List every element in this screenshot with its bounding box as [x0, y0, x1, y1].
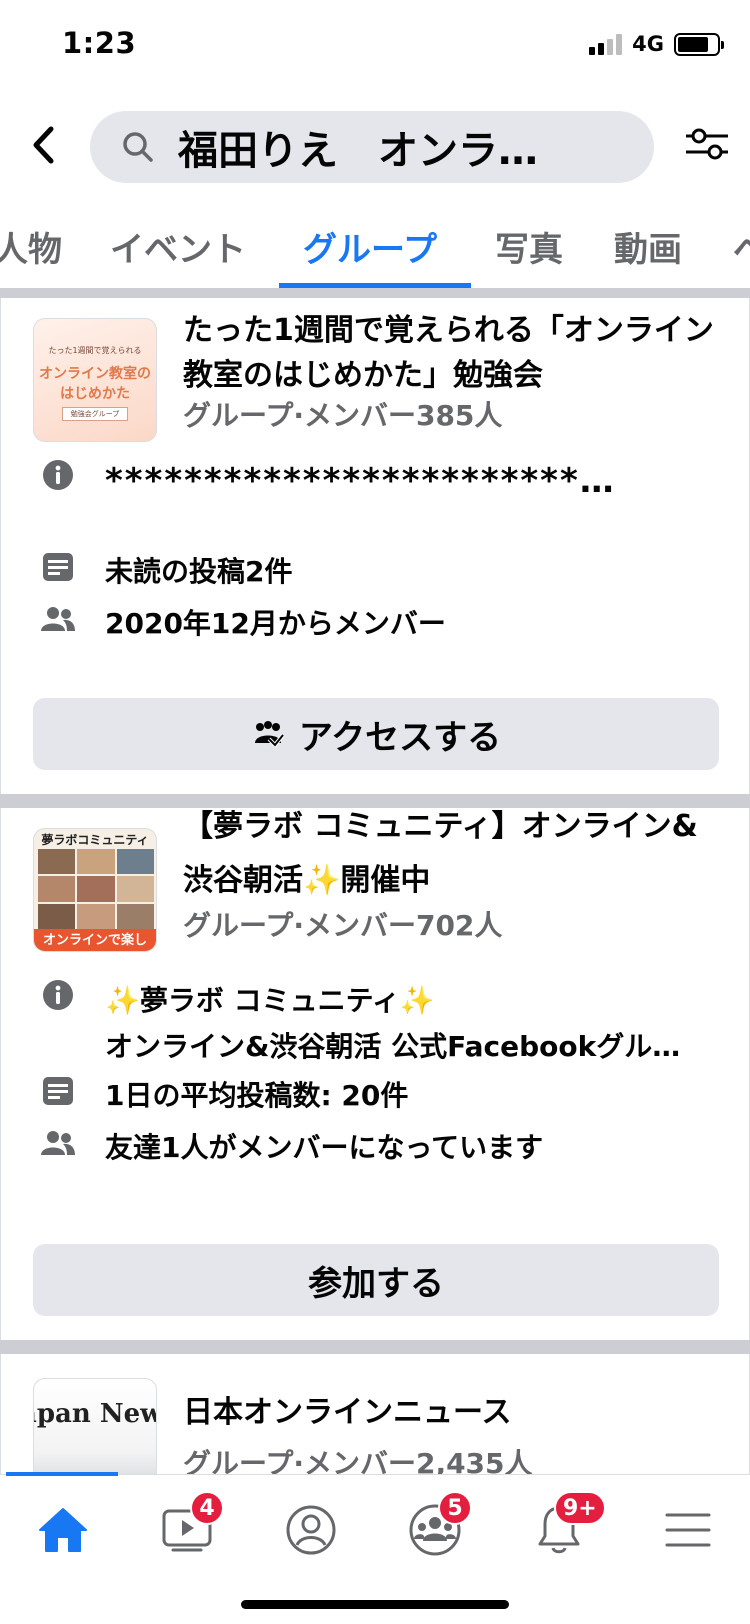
section-divider: [0, 288, 750, 298]
posts-row: 1日の平均投稿数: 20件: [41, 1074, 731, 1118]
post-icon: [41, 550, 75, 584]
thumb-banner: オンラインで楽し: [34, 929, 156, 951]
friends-member-text: 友達1人がメンバーになっています: [105, 1131, 544, 1164]
chevron-left-icon: [33, 126, 54, 164]
filter-tabs: 人物 イベント グループ 写真 動画 ペ: [0, 208, 750, 288]
posts-text: 未読の投稿2件: [105, 555, 293, 588]
search-input[interactable]: 福田りえ オンラ…: [90, 111, 654, 183]
nav-menu[interactable]: [653, 1495, 723, 1565]
posts-row: 未読の投稿2件: [41, 550, 731, 594]
battery-icon: [674, 32, 724, 56]
group-title[interactable]: 【夢ラボ コミュニティ】オンライン&渋谷朝活✨開催中: [183, 800, 723, 908]
posts-text: 1日の平均投稿数: 20件: [105, 1079, 409, 1112]
filter-icon: [686, 128, 728, 160]
signal-icon: [589, 33, 623, 55]
thumb-caption: 夢ラボコミュニティ: [41, 833, 149, 847]
groups-badge: 5: [438, 1491, 472, 1525]
post-icon: [41, 1074, 75, 1108]
status-time: 1:23: [62, 26, 137, 60]
home-indicator: [241, 1600, 509, 1609]
people-icon: [41, 1126, 75, 1160]
thumb-caption: apan New: [34, 1399, 157, 1429]
search-query: 福田りえ オンラ…: [178, 128, 538, 174]
group-result-card[interactable]: たった1週間で覚えられる オンライン教室の はじめかた 勉強会グループ たった1…: [0, 298, 750, 794]
section-divider: [0, 1340, 750, 1354]
nav-home[interactable]: [28, 1495, 98, 1565]
filter-button[interactable]: [682, 119, 732, 169]
group-description-line2: オンライン&渋谷朝活 公式Facebookグル…: [105, 1030, 681, 1063]
tab-events[interactable]: イベント: [110, 222, 246, 271]
members-row: 友達1人がメンバーになっています: [41, 1126, 731, 1170]
nav-watch[interactable]: 4: [152, 1491, 224, 1565]
nav-groups[interactable]: 5: [400, 1491, 472, 1565]
tab-videos[interactable]: 動画: [614, 222, 682, 271]
tab-photos[interactable]: 写真: [495, 222, 563, 271]
status-indicators: 4G: [589, 32, 724, 56]
group-access-icon: [251, 719, 285, 749]
group-thumbnail[interactable]: apan New: [33, 1378, 157, 1474]
thumb-title-line2: はじめかた: [60, 386, 130, 402]
active-nav-indicator: [6, 1472, 118, 1476]
group-description-line1: ✨夢ラボ コミュニティ✨: [105, 984, 435, 1017]
about-row: ************************…: [41, 458, 731, 504]
people-icon: [41, 602, 75, 636]
video-call-grid: [38, 849, 154, 929]
membership-text: 2020年12月からメンバー: [105, 607, 446, 640]
group-result-card[interactable]: 夢ラボコミュニティ オンラインで楽し 【夢ラボ コミュニティ】オンライン&渋谷朝…: [0, 808, 750, 1340]
members-row: 2020年12月からメンバー: [41, 602, 731, 646]
watch-badge: 4: [190, 1491, 224, 1525]
nav-profile[interactable]: [276, 1495, 346, 1565]
home-icon: [39, 1508, 87, 1552]
join-button-label: 参加する: [308, 1263, 444, 1304]
about-row: ✨夢ラボ コミュニティ✨ オンライン&渋谷朝活 公式Facebookグル…: [41, 978, 731, 1070]
group-thumbnail[interactable]: 夢ラボコミュニティ オンラインで楽し: [33, 828, 157, 952]
nav-notifications[interactable]: 9+: [524, 1491, 606, 1565]
tab-groups[interactable]: グループ: [303, 222, 437, 271]
access-group-button[interactable]: アクセスする: [33, 698, 719, 770]
thumb-tag: 勉強会グループ: [62, 407, 128, 421]
group-meta: グループ·メンバー385人: [183, 399, 503, 432]
notifications-badge: 9+: [554, 1491, 606, 1525]
thumb-title-line1: オンライン教室の: [39, 366, 151, 382]
back-button[interactable]: [18, 117, 68, 173]
tab-people[interactable]: 人物: [0, 222, 62, 271]
search-icon: [120, 129, 156, 165]
group-title[interactable]: 日本オンラインニュース: [183, 1390, 723, 1435]
access-button-label: アクセスする: [298, 717, 502, 758]
status-bar: 1:23 4G: [0, 0, 750, 90]
network-label: 4G: [632, 32, 664, 56]
tab-pages[interactable]: ペ: [733, 222, 750, 271]
profile-icon: [286, 1505, 336, 1555]
group-thumbnail[interactable]: たった1週間で覚えられる オンライン教室の はじめかた 勉強会グループ: [33, 318, 157, 442]
group-title[interactable]: たった1週間で覚えられる「オンライン教室のはじめかた」勉強会: [183, 308, 723, 398]
menu-icon: [665, 1513, 711, 1547]
group-meta: グループ·メンバー2,435人: [183, 1447, 533, 1474]
group-result-card[interactable]: apan New 日本オンラインニュース グループ·メンバー2,435人: [0, 1354, 750, 1474]
info-icon: [41, 458, 75, 492]
group-description: ************************…: [105, 461, 616, 501]
group-meta: グループ·メンバー702人: [183, 909, 503, 942]
join-group-button[interactable]: 参加する: [33, 1244, 719, 1316]
search-header: 福田りえ オンラ…: [0, 105, 750, 185]
info-icon: [41, 978, 75, 1012]
thumb-caption: たった1週間で覚えられる: [48, 346, 142, 355]
